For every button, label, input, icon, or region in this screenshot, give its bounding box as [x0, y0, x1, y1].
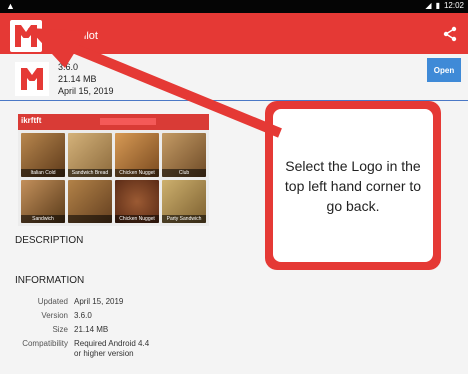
detail-value: April 15, 2019	[74, 297, 124, 306]
open-button[interactable]: Open	[427, 58, 461, 82]
tile-caption: Chicken Nugget	[115, 168, 159, 177]
app-screenshot[interactable]: ikrftft Italian Cold Sandwich Sandwich B…	[18, 114, 209, 226]
tile-caption	[68, 215, 112, 223]
food-tile: Club	[162, 133, 206, 177]
detail-value: 21.14 MB	[74, 325, 109, 334]
screenshot-grid: Italian Cold Sandwich Sandwich Bread Chi…	[21, 133, 206, 223]
detail-label: Updated	[37, 297, 68, 306]
screenshot-brand: ikrftft	[21, 116, 42, 125]
instruction-callout: Select the Logo in the top left hand cor…	[265, 101, 441, 270]
tile-caption: Chicken Nugget	[115, 215, 159, 223]
logo-icon	[15, 25, 37, 47]
food-tile: Party Sandwich	[162, 179, 206, 223]
detail-row: Size 21.14 MB	[15, 325, 154, 335]
app-icon	[15, 62, 49, 96]
food-tile: Chicken Nugget	[115, 179, 159, 223]
screenshot-toolbar: ikrftft	[18, 114, 209, 130]
signal-icon: ◢	[425, 1, 432, 10]
detail-value: 3.6.0	[74, 311, 92, 320]
tile-caption: Sandwich Bread	[68, 168, 112, 177]
tile-caption: Club	[162, 168, 206, 177]
app-version: 3.6.0	[58, 62, 79, 72]
screenshot-search-bar	[100, 118, 156, 125]
app-bar: Menu Pilot	[0, 13, 468, 54]
detail-value: Required Android 4.4 or higher version	[74, 339, 150, 358]
share-icon[interactable]	[442, 26, 458, 42]
detail-label: Version	[41, 311, 68, 320]
food-tile: Sandwich	[21, 179, 65, 223]
detail-label: Size	[52, 325, 68, 334]
information-heading: INFORMATION	[15, 275, 85, 286]
detail-label: Compatibility	[22, 339, 68, 348]
detail-row: Version 3.6.0	[15, 311, 154, 321]
food-tile: Italian Cold Sandwich	[21, 133, 65, 177]
tile-caption: Sandwich	[21, 215, 65, 223]
description-heading: DESCRIPTION	[15, 235, 84, 246]
battery-icon: ▮	[435, 1, 440, 10]
clock: 12:02	[443, 1, 464, 10]
food-tile: Sandwich Bread	[68, 133, 112, 177]
app-size: 21.14 MB	[58, 74, 97, 84]
app-title: Menu Pilot	[46, 30, 98, 42]
callout-text: Select the Logo in the top left hand cor…	[273, 109, 433, 262]
food-tile: Chicken Nugget	[115, 133, 159, 177]
food-tile	[68, 179, 112, 223]
detail-row: Compatibility Required Android 4.4 or hig…	[15, 339, 154, 359]
app-logo-back-button[interactable]	[10, 20, 42, 52]
tile-caption: Party Sandwich	[162, 215, 206, 223]
detail-row: Updated April 15, 2019	[15, 297, 154, 307]
app-date: April 15, 2019	[58, 86, 114, 96]
status-right: ◢ ▮ 12:02	[425, 1, 464, 10]
app-meta: 3.6.0 21.14 MB April 15, 2019	[58, 61, 114, 97]
details-list: Updated April 15, 2019 Version 3.6.0 Size 2…	[15, 297, 154, 363]
tile-caption: Italian Cold Sandwich	[21, 168, 65, 177]
warning-icon: ▲	[6, 1, 15, 11]
status-bar: ▲ ◢ ▮ 12:02	[0, 0, 468, 13]
